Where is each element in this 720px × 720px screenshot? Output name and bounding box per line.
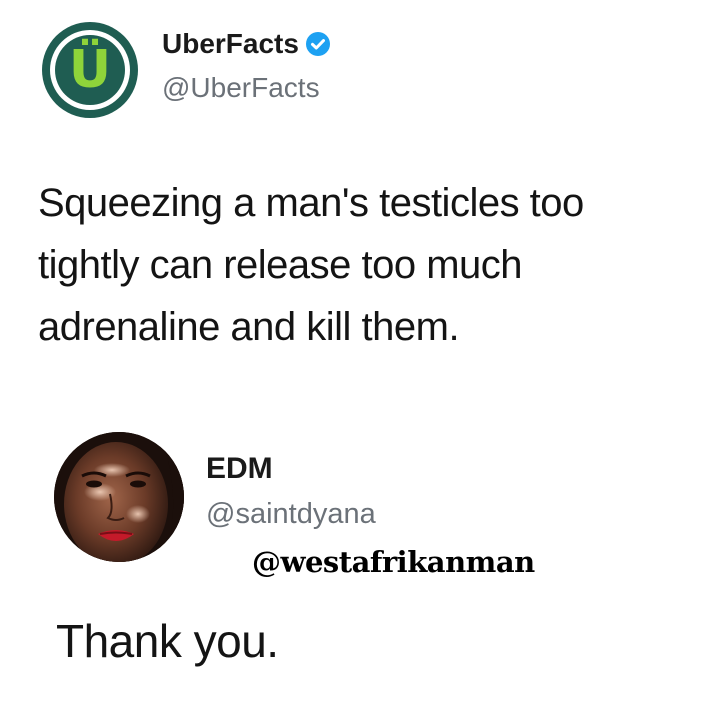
- uberfacts-avatar[interactable]: Ü: [42, 22, 138, 118]
- reply-avatar[interactable]: [54, 432, 184, 562]
- verified-badge-icon: [305, 31, 331, 57]
- tweet-text: Squeezing a man's testicles too tightly …: [38, 181, 584, 349]
- watermark-handle: @westafrikanman: [252, 545, 535, 579]
- tweet-author-handle[interactable]: @UberFacts: [162, 72, 320, 104]
- reply-avatar-portrait: [54, 432, 184, 562]
- tweet-author-name[interactable]: UberFacts: [162, 28, 299, 59]
- uberfacts-logo-glyph: Ü: [68, 40, 112, 100]
- tweet-author-row: UberFacts: [162, 28, 331, 60]
- reply-text: Thank you.: [56, 615, 279, 667]
- reply-author-handle[interactable]: @saintdyana: [206, 498, 376, 531]
- reply-author-name[interactable]: EDM: [206, 452, 273, 486]
